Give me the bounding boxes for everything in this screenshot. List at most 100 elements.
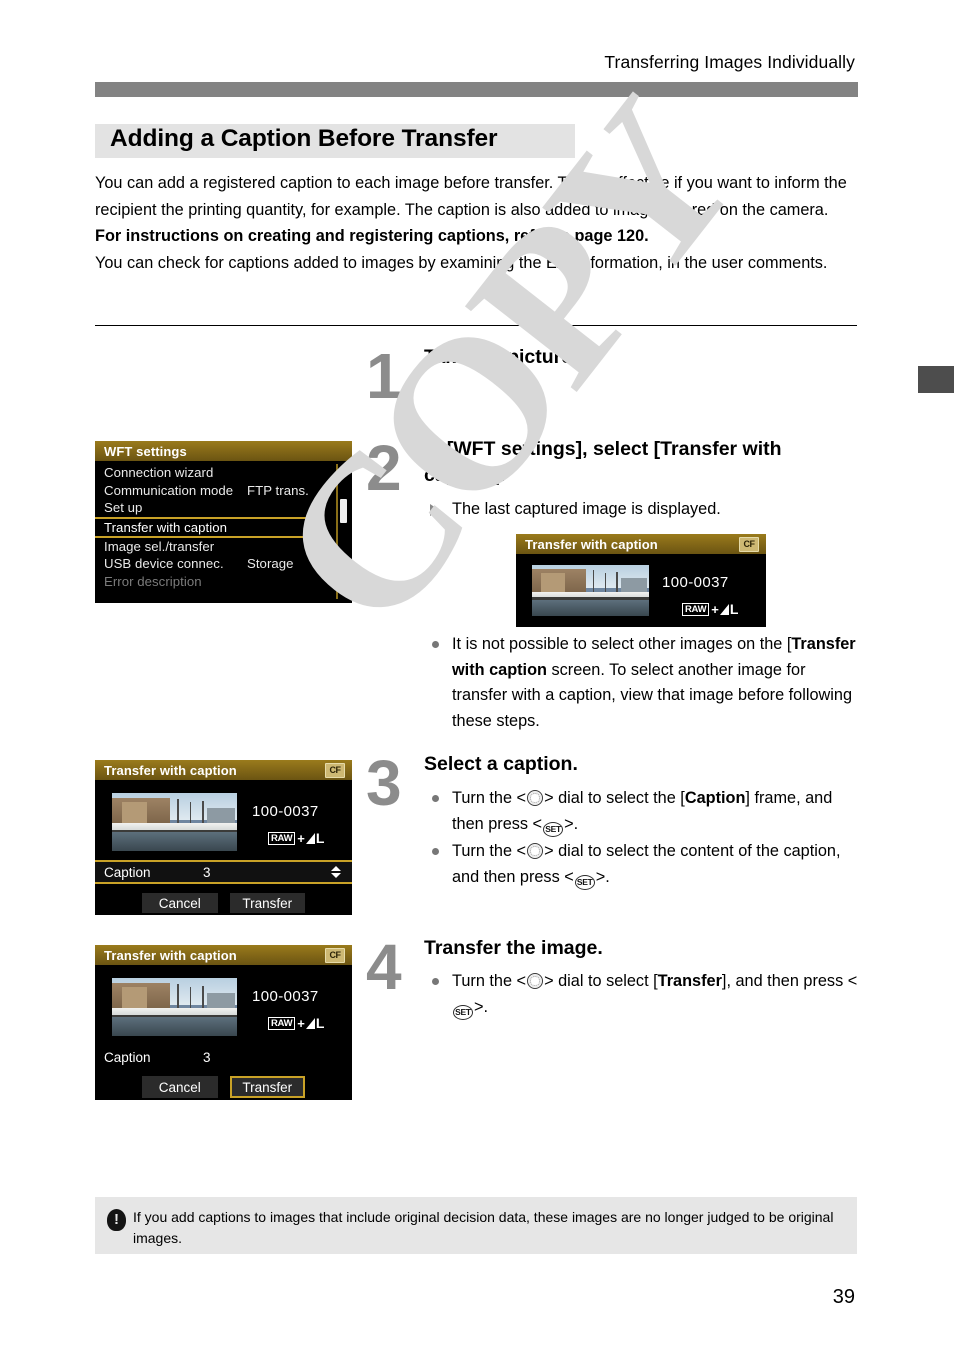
intro-divider <box>95 325 857 326</box>
caution-note-text: If you add captions to images that inclu… <box>133 1209 834 1246</box>
triangle-bullet-icon <box>430 504 439 516</box>
bullet-dot-icon <box>432 978 439 985</box>
lcd-screenshot-transfer-selected: Transfer with caption CF 100-0037 RAW + … <box>95 945 352 1100</box>
file-number: 100-0037 <box>252 803 319 820</box>
image-thumbnail <box>532 565 649 616</box>
menu-item-transfer-with-caption[interactable]: Transfer with caption <box>95 516 309 538</box>
image-quality-indicator: RAW + L <box>268 830 324 846</box>
menu-item-error-description: Error description <box>95 573 352 591</box>
step-3-b1-end: >. <box>564 814 579 833</box>
step-4-bullets: Turn the < > dial to select [Transfer], a… <box>424 969 858 1020</box>
bullet-dot-icon <box>432 641 439 648</box>
caption-field-row[interactable]: Caption 3 <box>95 1045 352 1069</box>
raw-badge: RAW <box>268 1016 296 1030</box>
step-3-b2-end: >. <box>595 867 610 886</box>
fine-quality-icon <box>305 832 315 844</box>
set-button-icon: SET <box>574 874 595 890</box>
menu-item-label: Connection wizard <box>104 465 214 481</box>
page-title: Adding a Caption Before Transfer <box>110 125 498 152</box>
step-number-1: 1 <box>366 340 402 412</box>
bullet-dot-icon <box>432 848 439 855</box>
set-button-icon: SET <box>453 1004 473 1020</box>
lcd-screenshot-wft-settings: WFT settings Connection wizard Communica… <box>95 441 352 603</box>
menu-item-communication-mode[interactable]: Communication mode FTP trans. <box>95 482 352 500</box>
menu-item-label: USB device connec. <box>104 556 224 572</box>
step-3-bullet-2: Turn the < > dial to select the content o… <box>424 839 858 890</box>
lcd-titlebar: Transfer with caption CF <box>95 760 352 781</box>
step-2-note-a: It is not possible to select other image… <box>452 635 787 653</box>
step-number-2: 2 <box>366 432 402 504</box>
lcd-title: WFT settings <box>104 443 187 459</box>
manual-page: Transferring Images Individually Adding … <box>0 0 954 1352</box>
plus-sign: + <box>711 601 719 617</box>
intro-paragraph-1: You can add a registered caption to each… <box>95 174 847 219</box>
step-3-bullets: Turn the < > dial to select the [Caption]… <box>424 786 858 890</box>
step-4-bullet-1: Turn the < > dial to select [Transfer], a… <box>424 969 858 1020</box>
image-thumbnail <box>112 978 237 1036</box>
cf-card-icon: CF <box>325 948 345 963</box>
quick-control-dial-icon <box>527 843 544 859</box>
menu-item-value: Storage <box>247 556 294 572</box>
image-quality-indicator: RAW + L <box>682 601 738 617</box>
fine-quality-icon <box>305 1017 315 1029</box>
quick-control-dial-icon <box>527 790 544 806</box>
cf-card-icon: CF <box>739 537 759 552</box>
step-number-3: 3 <box>366 747 402 819</box>
step-heading-2: In [WFT settings], select [Transfer with… <box>424 438 782 486</box>
plus-sign: + <box>297 1015 305 1031</box>
file-number: 100-0037 <box>662 574 729 591</box>
step-heading-3: Select a caption. <box>424 753 578 775</box>
quick-control-dial-icon <box>527 973 544 989</box>
step-4-b1-mid: > dial to select [ <box>544 972 658 990</box>
step-4-b1-bold: Transfer <box>657 972 722 990</box>
menu-item-value: FTP trans. <box>247 482 309 498</box>
step-4-b1-pre: Turn the < <box>452 972 527 990</box>
size-large-label: L <box>315 830 325 846</box>
step-2-note: It is not possible to select other image… <box>424 632 858 734</box>
menu-item-usb-device-connec[interactable]: USB device connec. Storage <box>95 555 352 573</box>
transfer-button[interactable]: Transfer <box>229 893 305 913</box>
lcd-screenshot-transfer-with-caption-small: Transfer with caption CF 100-0037 RAW + … <box>516 534 766 627</box>
step-4-b1-end: >. <box>474 997 489 1016</box>
lcd-title: Transfer with caption <box>104 762 237 778</box>
lcd-title: Transfer with caption <box>525 536 658 552</box>
image-quality-indicator: RAW + L <box>268 1015 324 1031</box>
fine-quality-icon <box>719 603 729 615</box>
caption-stepper-icon[interactable] <box>331 866 341 878</box>
step-2-result: The last captured image is displayed. <box>424 497 856 523</box>
cancel-button[interactable]: Cancel <box>142 1076 218 1098</box>
lcd-title: Transfer with caption <box>104 947 237 963</box>
step-3-b1-pre: Turn the < <box>452 789 527 807</box>
image-thumbnail <box>112 793 237 851</box>
bullet-dot-icon <box>432 795 439 802</box>
transfer-button[interactable]: Transfer <box>229 1076 305 1098</box>
menu-item-image-sel-transfer[interactable]: Image sel./transfer <box>95 538 352 556</box>
lcd-titlebar: WFT settings <box>95 441 352 462</box>
step-3-b1-bold: Caption <box>684 789 746 807</box>
warning-icon: ! <box>107 1209 126 1231</box>
step-heading-1: Take the picture. <box>424 346 578 368</box>
step-heading-4: Transfer the image. <box>424 937 603 959</box>
plus-sign: + <box>297 830 305 846</box>
intro-paragraph-2: For instructions on creating and registe… <box>95 227 649 245</box>
page-edge-tab <box>918 366 954 393</box>
caution-note: ! If you add captions to images that inc… <box>95 1197 857 1254</box>
file-number: 100-0037 <box>252 988 319 1005</box>
raw-badge: RAW <box>268 831 296 845</box>
lcd-titlebar: Transfer with caption CF <box>95 945 352 966</box>
step-4-b1-post: ], and then press < <box>721 972 858 990</box>
caption-value: 3 <box>203 1049 211 1065</box>
menu-item-connection-wizard[interactable]: Connection wizard <box>95 464 352 482</box>
size-large-label: L <box>315 1015 325 1031</box>
caption-label: Caption <box>104 864 151 880</box>
lcd-menu-list: Connection wizard Communication mode FTP… <box>95 462 352 590</box>
page-number: 39 <box>832 1286 855 1308</box>
caption-field-row-selected[interactable]: Caption 3 <box>95 860 352 884</box>
menu-item-set-up[interactable]: Set up <box>95 499 352 517</box>
running-head: Transferring Images Individually <box>604 52 855 72</box>
header-rule <box>95 82 858 97</box>
step-3-bullet-1: Turn the < > dial to select the [Caption]… <box>424 786 858 837</box>
cancel-button[interactable]: Cancel <box>142 893 218 913</box>
menu-item-label: Image sel./transfer <box>104 538 215 554</box>
lcd-button-row: Cancel Transfer <box>95 1076 352 1098</box>
